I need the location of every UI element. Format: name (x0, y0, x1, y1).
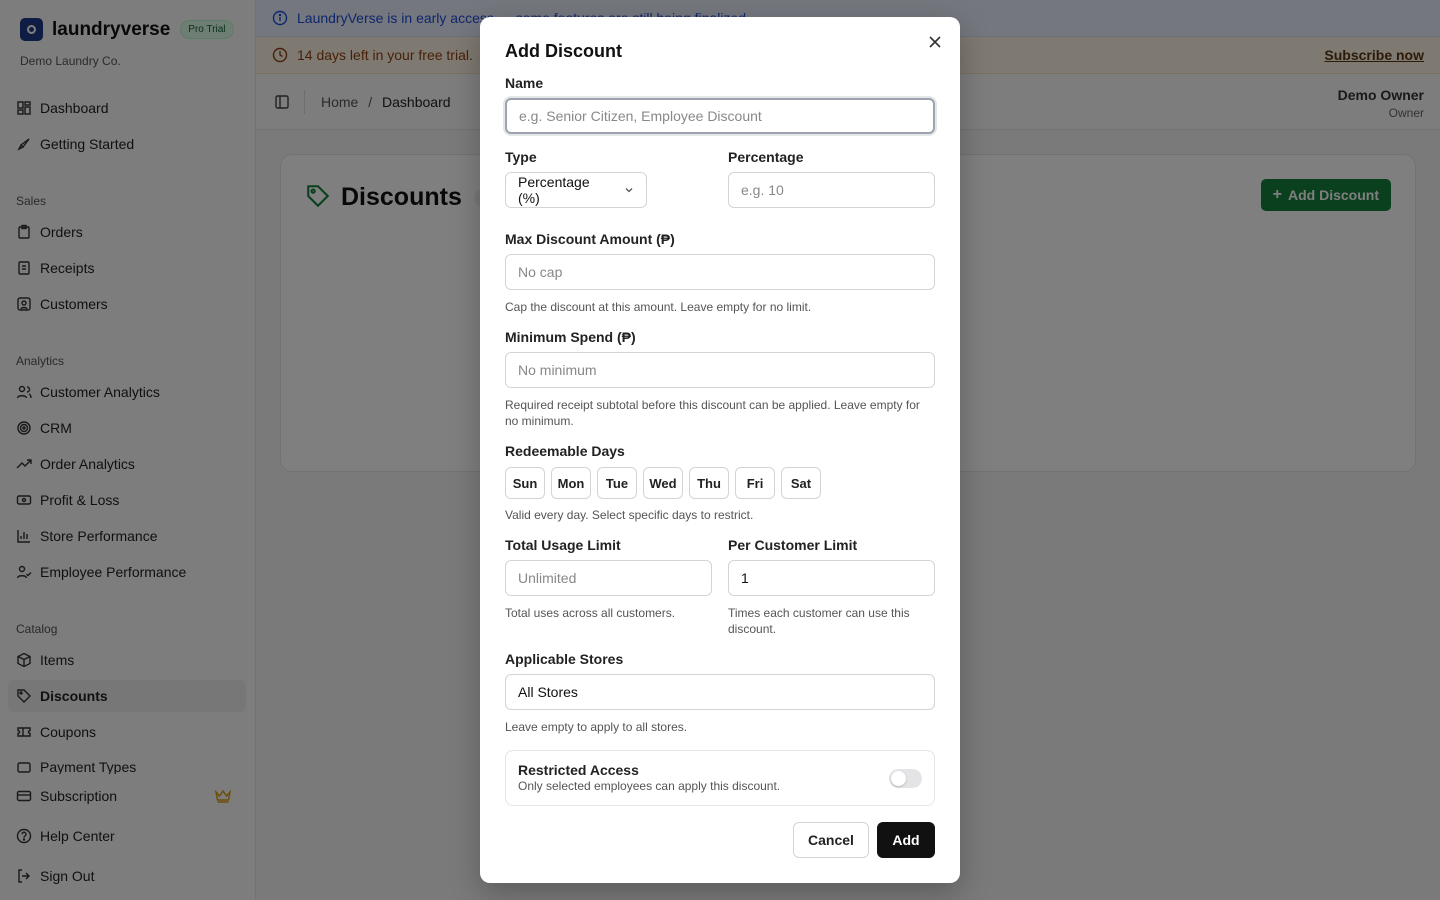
name-placeholder: e.g. Senior Citizen, Employee Discount (519, 108, 762, 124)
per-customer-hint: Times each customer can use this discoun… (728, 606, 910, 636)
chevron-down-icon (624, 185, 634, 195)
type-select[interactable]: Percentage (%) (505, 172, 647, 208)
day-toggle-sun[interactable]: Sun (505, 467, 545, 499)
day-toggle-thu[interactable]: Thu (689, 467, 729, 499)
per-customer-label: Per Customer Limit (728, 537, 858, 553)
type-value: Percentage (%) (518, 174, 590, 206)
minimum-spend-input[interactable]: No minimum (505, 352, 935, 388)
day-toggle-fri[interactable]: Fri (735, 467, 775, 499)
add-discount-dialog: Add Discount Name e.g. Senior Citizen, E… (480, 17, 960, 883)
total-usage-placeholder: Unlimited (518, 570, 577, 586)
restricted-access-desc: Only selected employees can apply this d… (518, 779, 781, 793)
total-usage-input[interactable]: Unlimited (505, 560, 712, 596)
per-customer-input[interactable]: 1 (728, 560, 935, 596)
redeemable-days-label: Redeemable Days (505, 443, 625, 459)
day-toggle-tue[interactable]: Tue (597, 467, 637, 499)
applicable-stores-hint: Leave empty to apply to all stores. (505, 720, 688, 734)
total-usage-hint: Total uses across all customers. (505, 606, 676, 620)
restricted-access-title: Restricted Access (518, 762, 639, 778)
applicable-stores-value: All Stores (518, 684, 578, 700)
type-label: Type (505, 149, 537, 165)
max-discount-hint: Cap the discount at this amount. Leave e… (505, 300, 812, 314)
total-usage-label: Total Usage Limit (505, 537, 621, 553)
add-button[interactable]: Add (877, 822, 935, 858)
day-toggle-wed[interactable]: Wed (643, 467, 683, 499)
minimum-spend-hint: Required receipt subtotal before this di… (505, 398, 920, 428)
cancel-button[interactable]: Cancel (793, 822, 869, 858)
max-discount-label: Max Discount Amount (₱) (505, 231, 675, 247)
applicable-stores-select[interactable]: All Stores (505, 674, 935, 710)
restricted-access-row: Restricted Access Only selected employee… (505, 750, 935, 806)
percentage-placeholder: e.g. 10 (741, 182, 784, 198)
day-toggle-sat[interactable]: Sat (781, 467, 821, 499)
day-toggle-mon[interactable]: Mon (551, 467, 591, 499)
name-input[interactable]: e.g. Senior Citizen, Employee Discount (505, 98, 935, 134)
max-discount-placeholder: No cap (518, 264, 563, 280)
redeemable-days-hint: Valid every day. Select specific days to… (505, 508, 754, 522)
dialog-title: Add Discount (505, 41, 622, 61)
restricted-access-toggle[interactable] (889, 769, 922, 788)
per-customer-value: 1 (741, 570, 749, 586)
close-icon[interactable] (928, 33, 942, 54)
percentage-label: Percentage (728, 149, 804, 165)
percentage-input[interactable]: e.g. 10 (728, 172, 935, 208)
max-discount-input[interactable]: No cap (505, 254, 935, 290)
minimum-spend-label: Minimum Spend (₱) (505, 329, 636, 345)
minimum-spend-placeholder: No minimum (518, 362, 597, 378)
applicable-stores-label: Applicable Stores (505, 651, 624, 667)
name-label: Name (505, 75, 544, 91)
